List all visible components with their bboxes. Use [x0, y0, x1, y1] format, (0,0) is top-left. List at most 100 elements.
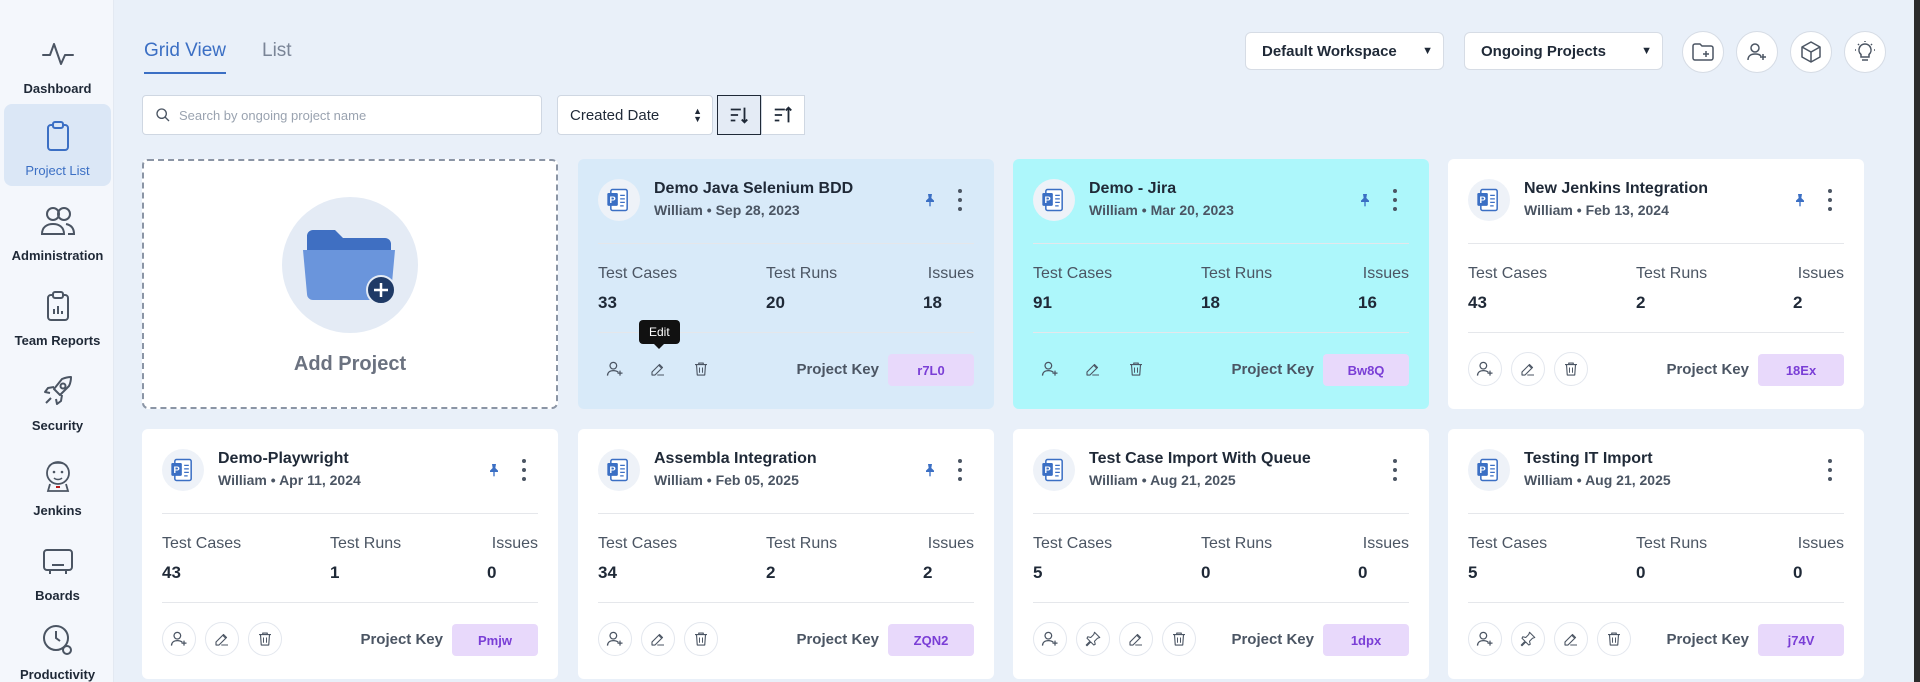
workspace-select-value: Default Workspace — [1262, 42, 1397, 60]
project-name[interactable]: New Jenkins Integration — [1524, 180, 1708, 198]
more-options-icon[interactable] — [520, 459, 528, 481]
project-meta: William • Aug 21, 2025 — [1524, 472, 1671, 488]
more-options-icon[interactable] — [1391, 189, 1399, 211]
assign-user-button[interactable] — [1468, 622, 1502, 656]
delete-button[interactable] — [1554, 352, 1588, 386]
project-owner: William — [1089, 202, 1138, 218]
edit-button[interactable] — [641, 352, 675, 386]
assign-user-button[interactable] — [598, 352, 632, 386]
project-card[interactable]: Demo - Jira William • Mar 20, 2023 Test … — [1013, 159, 1429, 409]
project-status-select[interactable]: Ongoing Projects ▼ — [1464, 32, 1663, 70]
project-card[interactable]: Assembla Integration William • Feb 05, 2… — [578, 429, 994, 679]
project-meta: William • Feb 13, 2024 — [1524, 202, 1669, 218]
pin-icon[interactable] — [486, 461, 502, 479]
trash-icon — [692, 360, 710, 378]
divider — [1468, 332, 1844, 333]
trash-icon — [1562, 360, 1580, 378]
search-input[interactable] — [179, 107, 519, 123]
pin-project-button[interactable] — [1076, 622, 1110, 656]
project-avatar — [162, 449, 204, 491]
project-name[interactable]: Demo Java Selenium BDD — [654, 180, 853, 198]
sidebar-item-security[interactable]: Security — [4, 359, 111, 441]
edit-button[interactable] — [1554, 622, 1588, 656]
sidebar-item-label: Productivity — [19, 667, 96, 682]
edit-icon — [213, 630, 231, 648]
pin-icon[interactable] — [922, 191, 938, 209]
sidebar-item-dashboard[interactable]: Dashboard — [4, 22, 111, 104]
delete-button[interactable] — [684, 622, 718, 656]
ideas-button[interactable] — [1844, 31, 1886, 73]
more-options-icon[interactable] — [1826, 189, 1834, 211]
project-name[interactable]: Demo-Playwright — [218, 450, 349, 468]
project-card[interactable]: Demo-Playwright William • Apr 11, 2024 T… — [142, 429, 558, 679]
new-folder-button[interactable] — [1682, 31, 1724, 73]
project-card[interactable]: Demo Java Selenium BDD William • Sep 28,… — [578, 159, 994, 409]
delete-button[interactable] — [1162, 622, 1196, 656]
pin-icon[interactable] — [1357, 191, 1373, 209]
assign-user-button[interactable] — [162, 622, 196, 656]
more-options-icon[interactable] — [956, 189, 964, 211]
sidebar-item-administration[interactable]: Administration — [4, 189, 111, 271]
project-date: Apr 11, 2024 — [279, 472, 361, 488]
test-runs-value: 18 — [1201, 293, 1220, 312]
pin-icon[interactable] — [922, 461, 938, 479]
project-name[interactable]: Demo - Jira — [1089, 180, 1176, 198]
edit-button[interactable] — [641, 622, 675, 656]
pin-project-button[interactable] — [1511, 622, 1545, 656]
edit-button[interactable] — [1076, 352, 1110, 386]
package-button[interactable] — [1790, 31, 1832, 73]
sidebar-item-boards[interactable]: Boards — [4, 529, 111, 611]
assign-user-button[interactable] — [598, 622, 632, 656]
delete-button[interactable] — [684, 352, 718, 386]
project-owner: William — [1089, 472, 1138, 488]
issues-label: Issues — [491, 535, 538, 552]
edit-icon — [649, 360, 667, 378]
edit-button[interactable] — [1511, 352, 1545, 386]
assign-user-button[interactable] — [1468, 352, 1502, 386]
sidebar-item-label: Dashboard — [23, 81, 92, 96]
jenkins-icon — [45, 461, 70, 492]
divider — [1468, 243, 1844, 244]
project-meta: William • Mar 20, 2023 — [1089, 202, 1234, 218]
add-user-button[interactable] — [1736, 31, 1778, 73]
more-options-icon[interactable] — [1391, 459, 1399, 481]
issues-value: 18 — [923, 293, 942, 312]
project-name[interactable]: Testing IT Import — [1524, 450, 1653, 468]
pin-icon[interactable] — [1792, 191, 1808, 209]
test-cases-label: Test Cases — [1468, 535, 1548, 552]
test-cases-value: 5 — [1033, 563, 1043, 582]
delete-button[interactable] — [1119, 352, 1153, 386]
project-card[interactable]: Testing IT Import William • Aug 21, 2025… — [1448, 429, 1864, 679]
project-date: Aug 21, 2025 — [1150, 472, 1236, 488]
sort-descending-button[interactable] — [717, 95, 761, 135]
workspace-select[interactable]: Default Workspace ▼ — [1245, 32, 1444, 70]
divider — [1468, 513, 1844, 514]
more-options-icon[interactable] — [1826, 459, 1834, 481]
pin-outline-icon — [1519, 630, 1537, 648]
project-avatar — [1033, 179, 1075, 221]
trash-icon — [1127, 360, 1145, 378]
delete-button[interactable] — [1597, 622, 1631, 656]
more-options-icon[interactable] — [956, 459, 964, 481]
project-card[interactable]: New Jenkins Integration William • Feb 13… — [1448, 159, 1864, 409]
delete-button[interactable] — [248, 622, 282, 656]
sidebar-item-productivity[interactable]: Productivity — [4, 608, 111, 682]
assign-user-button[interactable] — [1033, 352, 1067, 386]
sidebar-item-team-reports[interactable]: Team Reports — [4, 274, 111, 356]
edit-button[interactable] — [1119, 622, 1153, 656]
tab-list[interactable]: List — [262, 40, 292, 74]
sidebar-item-jenkins[interactable]: Jenkins — [4, 444, 111, 526]
add-project-card[interactable]: Add Project — [142, 159, 558, 409]
project-name[interactable]: Test Case Import With Queue — [1089, 450, 1311, 468]
issues-label: Issues — [927, 535, 974, 552]
sort-ascending-button[interactable] — [761, 95, 805, 135]
scrollbar[interactable] — [1914, 0, 1920, 682]
edit-button[interactable] — [205, 622, 239, 656]
project-name[interactable]: Assembla Integration — [654, 450, 817, 468]
sort-ascending-icon — [774, 106, 792, 123]
assign-user-button[interactable] — [1033, 622, 1067, 656]
sort-select[interactable]: Created Date ▲ ▼ — [557, 95, 713, 135]
sidebar-item-project-list[interactable]: Project List — [4, 104, 111, 186]
tab-grid-view[interactable]: Grid View — [144, 40, 227, 74]
project-card[interactable]: Test Case Import With Queue William • Au… — [1013, 429, 1429, 679]
